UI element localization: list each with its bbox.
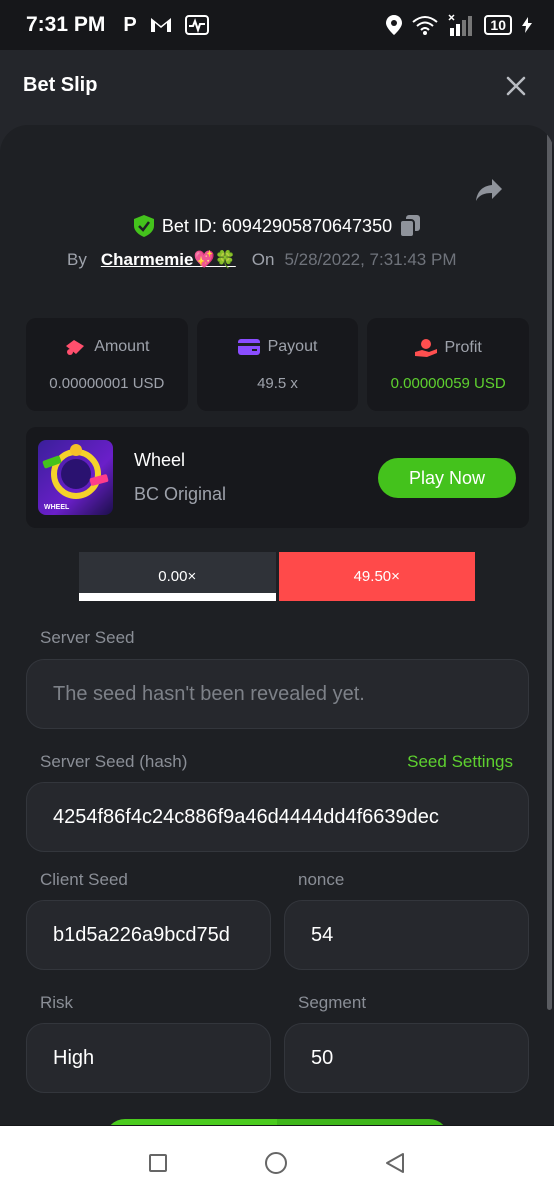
risk-field[interactable]: High	[26, 1023, 271, 1093]
wheel-game-thumbnail: WHEEL	[38, 440, 113, 515]
recents-icon[interactable]	[148, 1153, 168, 1173]
risk-label: Risk	[40, 993, 74, 1012]
thumb-text: WHEEL	[44, 504, 70, 511]
stat-payout: Payout 49.5 x	[196, 318, 359, 411]
scrollbar[interactable]	[547, 125, 552, 1010]
client-seed-field[interactable]: b1d5a226a9bcd75d	[26, 900, 271, 970]
bet-slip-sheet: Bet ID: 60942905870647350 By Charmemie💖🍀…	[0, 125, 554, 1125]
home-icon[interactable]	[264, 1151, 288, 1175]
stat-value: 49.5 x	[257, 375, 298, 392]
by-label: By	[67, 250, 87, 269]
stat-label: Amount	[94, 338, 150, 355]
client-seed-label: Client Seed	[40, 870, 128, 889]
status-bar: 7:31 PM P 10	[0, 0, 554, 50]
game-card: WHEEL Wheel BC Original Play Now	[26, 427, 529, 528]
server-seed-hash-label: Server Seed (hash)	[40, 752, 188, 771]
location-icon	[386, 15, 403, 35]
signal-icon	[448, 14, 473, 36]
bet-detail-panel: Bet ID: 60942905870647350 By Charmemie💖🍀…	[0, 125, 554, 1125]
stat-value: 0.00000059 USD	[390, 375, 506, 392]
bet-stats: Amount 0.00000001 USD Payout 49.5 x Prof…	[26, 318, 530, 411]
copy-icon[interactable]	[400, 215, 421, 237]
seed-settings-link[interactable]: Seed Settings	[407, 752, 513, 772]
payout-icon	[237, 339, 260, 355]
p-icon: P	[123, 13, 137, 36]
status-time: 7:31 PM	[26, 13, 106, 36]
result-bar: 0.00× 49.50×	[79, 552, 475, 601]
verify-button[interactable]	[105, 1119, 449, 1125]
game-subtitle: BC Original	[134, 484, 227, 504]
battery-icon: 10	[484, 15, 512, 35]
sheet-header: Bet Slip	[0, 50, 554, 125]
segment-label: Segment	[298, 993, 367, 1012]
bet-date: 5/28/2022, 7:31:43 PM	[284, 250, 457, 269]
bet-id-row: Bet ID: 60942905870647350	[0, 215, 554, 237]
user-link[interactable]: Charmemie💖🍀	[101, 250, 236, 270]
bet-author-row: By Charmemie💖🍀 On 5/28/2022, 7:31:43 PM	[67, 250, 457, 270]
profit-icon	[414, 339, 437, 357]
nonce-field[interactable]: 54	[284, 900, 529, 970]
multiplier-target: 49.50×	[278, 552, 475, 601]
verified-shield-icon	[133, 215, 154, 237]
bet-id: Bet ID: 60942905870647350	[161, 215, 393, 236]
activity-icon	[184, 15, 209, 35]
back-icon[interactable]	[384, 1152, 406, 1174]
system-nav-bar	[0, 1126, 554, 1200]
multiplier-result: 0.00×	[79, 552, 276, 601]
charging-icon	[522, 17, 532, 33]
server-seed-hash-field[interactable]: 4254f86f4c24c886f9a46d4444dd4f6639dec	[26, 782, 529, 852]
stat-label: Profit	[444, 339, 482, 356]
on-label: On	[251, 250, 275, 269]
server-seed-field[interactable]: The seed hasn't been revealed yet.	[26, 659, 529, 729]
gmail-icon	[150, 18, 171, 32]
wifi-icon	[412, 16, 439, 35]
amount-icon	[66, 340, 85, 355]
stat-amount: Amount 0.00000001 USD	[26, 318, 188, 411]
play-now-button[interactable]: Play Now	[378, 458, 516, 498]
share-icon[interactable]	[474, 177, 504, 203]
stat-value: 0.00000001 USD	[49, 375, 165, 392]
stat-label: Payout	[267, 338, 318, 355]
stat-profit: Profit 0.00000059 USD	[367, 318, 530, 411]
close-icon[interactable]	[504, 74, 528, 98]
page-title: Bet Slip	[23, 74, 98, 96]
nonce-label: nonce	[298, 870, 345, 889]
server-seed-label: Server Seed	[40, 628, 135, 647]
segment-field[interactable]: 50	[284, 1023, 529, 1093]
game-name: Wheel	[134, 450, 186, 470]
